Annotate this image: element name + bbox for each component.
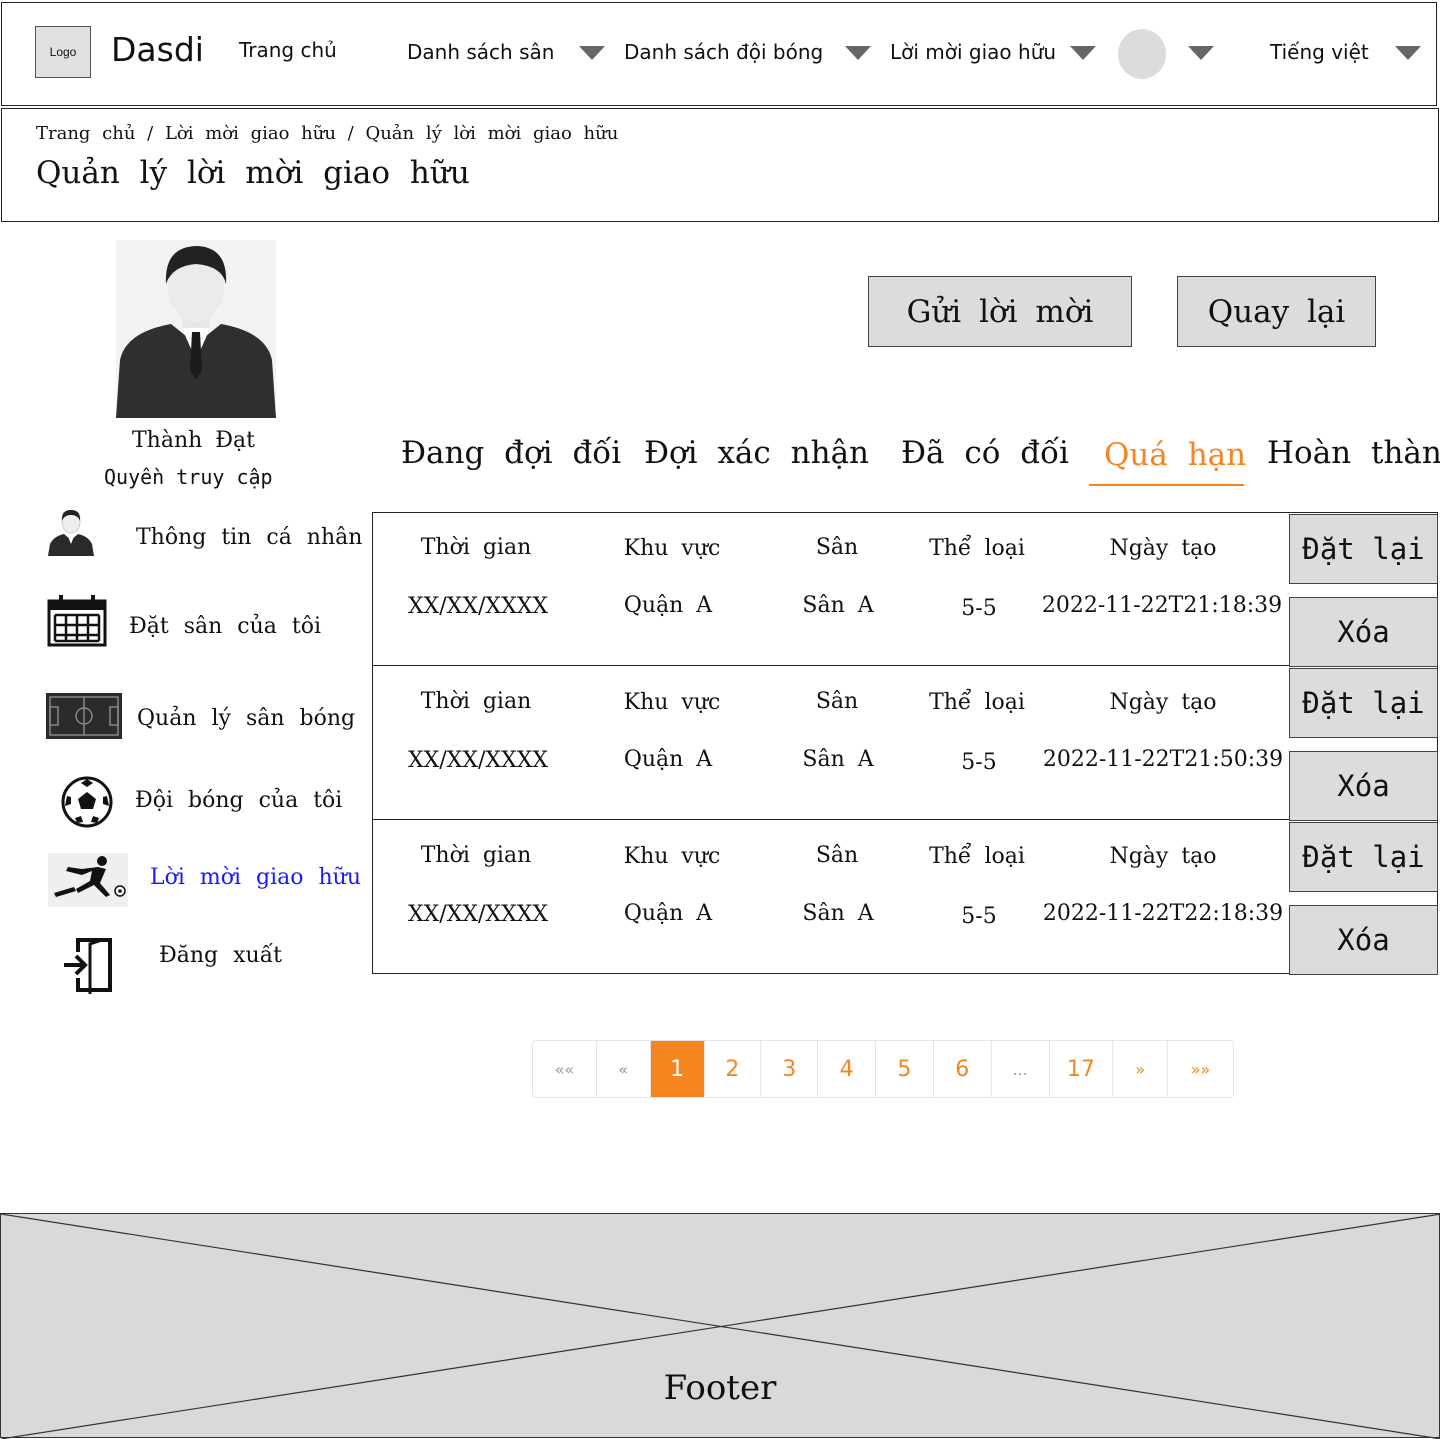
- sidebar-item-my-bookings[interactable]: Đặt sân của tôi: [129, 614, 321, 639]
- tab-awaiting-confirmation[interactable]: Đợi xác nhận: [644, 435, 869, 471]
- header-type: Thể loại: [929, 690, 1025, 715]
- reset-button[interactable]: Đặt lại: [1289, 514, 1438, 584]
- user-avatar[interactable]: [1118, 29, 1166, 79]
- delete-button[interactable]: Xóa: [1289, 597, 1438, 667]
- header-field: Sân: [815, 689, 859, 714]
- cell-field: Sân A: [802, 747, 874, 772]
- page-button-2[interactable]: 2: [705, 1041, 762, 1097]
- header-time: Thời gian: [420, 535, 532, 560]
- teams-dropdown-icon[interactable]: [845, 46, 871, 60]
- page-button-3[interactable]: 3: [761, 1041, 819, 1097]
- sidebar-item-profile[interactable]: Thông tin cá nhân: [136, 525, 362, 550]
- active-tab-indicator: [1089, 484, 1244, 486]
- sidebar-item-friendly-invites[interactable]: Lời mời giao hữu: [150, 865, 361, 890]
- footer-label: Footer: [663, 1368, 777, 1408]
- header-field: Sân: [815, 843, 859, 868]
- profile-role: Quyền truy cập: [104, 465, 273, 489]
- football-field-icon[interactable]: [46, 693, 122, 739]
- cell-type: 5-5: [961, 750, 997, 775]
- soccer-ball-icon[interactable]: [61, 776, 113, 828]
- account-dropdown-icon[interactable]: [1188, 46, 1214, 60]
- person-icon[interactable]: [48, 508, 94, 556]
- cell-type: 5-5: [961, 596, 997, 621]
- last-page-button[interactable]: »»: [1168, 1041, 1233, 1097]
- nav-home[interactable]: Trang chủ: [239, 38, 337, 62]
- header-area: Khu vực: [623, 844, 721, 869]
- calendar-icon[interactable]: [47, 595, 107, 647]
- next-page-button[interactable]: »: [1113, 1041, 1169, 1097]
- nav-fields[interactable]: Danh sách sân: [407, 40, 554, 64]
- page-button-5[interactable]: 5: [876, 1041, 934, 1097]
- header-created: Ngày tạo: [1109, 536, 1217, 561]
- delete-button[interactable]: Xóa: [1289, 905, 1438, 975]
- cell-field: Sân A: [802, 593, 874, 618]
- tab-completed[interactable]: Hoàn thành: [1267, 435, 1440, 471]
- cell-created: 2022-11-22T21:18:39: [1041, 593, 1283, 618]
- page-button-17[interactable]: 17: [1050, 1041, 1114, 1097]
- sidebar-item-manage-fields[interactable]: Quản lý sân bóng: [137, 706, 355, 731]
- cell-created: 2022-11-22T21:50:39: [1042, 747, 1284, 772]
- reset-button[interactable]: Đặt lại: [1289, 668, 1438, 738]
- tab-waiting-opponent[interactable]: Đang đợi đối: [401, 435, 621, 471]
- page-title: Quản lý lời mời giao hữu: [36, 155, 470, 191]
- cell-area: Quận A: [623, 901, 713, 926]
- cell-created: 2022-11-22T22:18:39: [1042, 901, 1284, 926]
- page-button-4[interactable]: 4: [818, 1041, 877, 1097]
- logout-icon[interactable]: [62, 936, 114, 994]
- language-dropdown-icon[interactable]: [1395, 46, 1421, 60]
- breadcrumb[interactable]: Trang chủ / Lời mời giao hữu / Quản lý l…: [36, 123, 618, 144]
- first-page-button[interactable]: ««: [533, 1041, 597, 1097]
- cell-field: Sân A: [802, 901, 874, 926]
- tab-overdue[interactable]: Quá hạn: [1104, 437, 1246, 473]
- header-field: Sân: [815, 535, 859, 560]
- profile-photo: [116, 240, 276, 418]
- header-created: Ngày tạo: [1109, 844, 1217, 869]
- nav-teams[interactable]: Danh sách đội bóng: [624, 40, 823, 64]
- page-button-1[interactable]: 1: [650, 1041, 705, 1097]
- header-created: Ngày tạo: [1109, 690, 1217, 715]
- tab-opponent-found[interactable]: Đã có đối: [901, 435, 1069, 471]
- cell-area: Quận A: [623, 593, 713, 618]
- page-button-6[interactable]: 6: [934, 1041, 992, 1097]
- nav-invites[interactable]: Lời mời giao hữu: [890, 40, 1056, 64]
- cell-area: Quận A: [623, 747, 713, 772]
- pagination: «« « 1 2 3 4 5 6 ... 17 » »»: [532, 1040, 1234, 1098]
- cell-time: XX/XX/XXXX: [407, 748, 549, 773]
- brand-name[interactable]: Dasdi: [111, 30, 204, 69]
- send-invite-button[interactable]: Gửi lời mời: [868, 276, 1132, 347]
- header-type: Thể loại: [929, 844, 1025, 869]
- fields-dropdown-icon[interactable]: [579, 46, 605, 60]
- prev-page-button[interactable]: «: [597, 1041, 651, 1097]
- header-area: Khu vực: [623, 536, 721, 561]
- row-divider: [372, 819, 1290, 820]
- logo[interactable]: Logo: [35, 26, 91, 78]
- soccer-player-icon[interactable]: [48, 853, 128, 907]
- profile-name: Thành Đạt: [132, 428, 256, 453]
- cell-time: XX/XX/XXXX: [407, 902, 549, 927]
- invites-dropdown-icon[interactable]: [1070, 46, 1096, 60]
- header-time: Thời gian: [420, 689, 532, 714]
- page-ellipsis: ...: [992, 1041, 1050, 1097]
- row-divider: [372, 665, 1290, 666]
- reset-button[interactable]: Đặt lại: [1289, 822, 1438, 892]
- header-area: Khu vực: [623, 690, 721, 715]
- header-type: Thể loại: [929, 536, 1025, 561]
- cell-time: XX/XX/XXXX: [407, 594, 549, 619]
- back-button[interactable]: Quay lại: [1177, 276, 1376, 347]
- nav-language[interactable]: Tiếng việt: [1270, 40, 1369, 64]
- sidebar-item-logout[interactable]: Đăng xuất: [159, 943, 282, 968]
- cell-type: 5-5: [961, 904, 997, 929]
- sidebar-item-my-team[interactable]: Đội bóng của tôi: [135, 788, 342, 813]
- header-time: Thời gian: [420, 843, 532, 868]
- delete-button[interactable]: Xóa: [1289, 751, 1438, 821]
